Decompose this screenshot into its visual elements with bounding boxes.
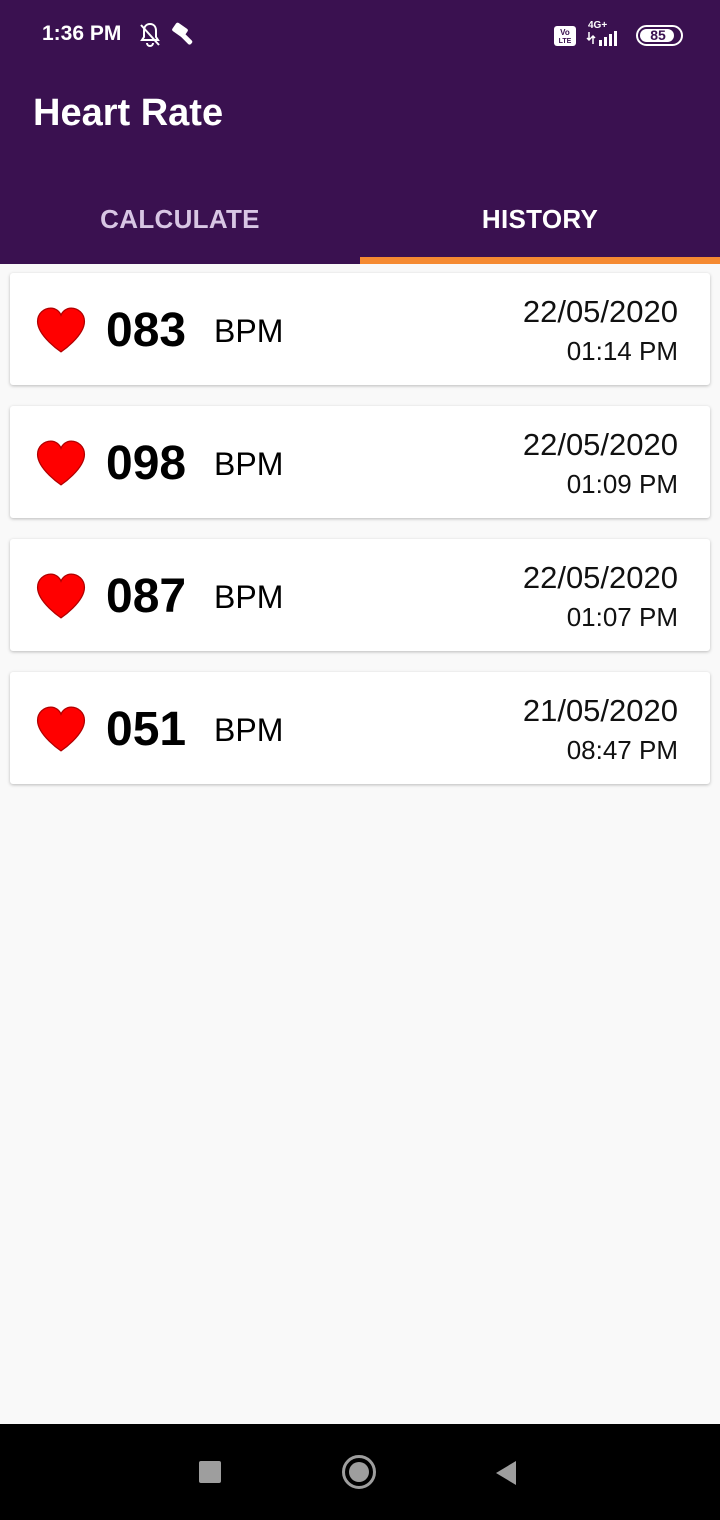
history-card[interactable]: 083 BPM 22/05/2020 01:14 PM bbox=[10, 273, 710, 385]
bpm-unit: BPM bbox=[214, 446, 284, 482]
tab-calculate-label: CALCULATE bbox=[100, 203, 260, 234]
tab-active-indicator bbox=[360, 257, 720, 264]
bpm-unit: BPM bbox=[214, 313, 284, 349]
heart-icon bbox=[36, 440, 86, 486]
hammer-icon bbox=[172, 22, 193, 45]
page-title: Heart Rate bbox=[33, 92, 224, 134]
tab-history-label: HISTORY bbox=[481, 203, 599, 234]
heart-icon bbox=[36, 573, 86, 619]
record-time: 01:09 PM bbox=[566, 469, 678, 499]
signal-icon bbox=[586, 31, 617, 46]
record-date: 22/05/2020 bbox=[522, 427, 678, 462]
svg-text:Vo: Vo bbox=[560, 28, 570, 37]
back-triangle-icon[interactable] bbox=[494, 1460, 518, 1486]
heart-icon bbox=[36, 706, 86, 752]
volte-icon: Vo LTE bbox=[554, 26, 576, 46]
system-nav-bar bbox=[0, 1424, 720, 1520]
record-time: 01:07 PM bbox=[566, 602, 678, 632]
history-list: 083 BPM 22/05/2020 01:14 PM 098 BPM 22/0… bbox=[10, 273, 710, 805]
recents-square-icon[interactable] bbox=[199, 1461, 221, 1483]
bpm-value: 098 bbox=[106, 437, 187, 490]
battery-level: 85 bbox=[650, 27, 666, 43]
status-bar: 1:36 PM Vo LTE 4G+ 85 bbox=[0, 0, 720, 70]
mute-bell-icon bbox=[140, 22, 160, 47]
heart-icon bbox=[36, 307, 86, 353]
record-time: 08:47 PM bbox=[566, 735, 678, 765]
bpm-unit: BPM bbox=[214, 712, 284, 748]
status-time: 1:36 PM bbox=[42, 22, 122, 45]
record-time: 01:14 PM bbox=[566, 336, 678, 366]
history-card[interactable]: 051 BPM 21/05/2020 08:47 PM bbox=[10, 672, 710, 784]
record-date: 22/05/2020 bbox=[522, 560, 678, 595]
tab-bar: CALCULATE HISTORY bbox=[0, 174, 720, 264]
history-card[interactable]: 098 BPM 22/05/2020 01:09 PM bbox=[10, 406, 710, 518]
bpm-value: 051 bbox=[106, 703, 187, 756]
tab-calculate[interactable]: CALCULATE bbox=[0, 174, 360, 264]
home-circle-icon[interactable] bbox=[342, 1455, 376, 1489]
bpm-value: 083 bbox=[106, 304, 187, 357]
svg-text:LTE: LTE bbox=[559, 38, 572, 45]
bpm-value: 087 bbox=[106, 570, 187, 623]
record-date: 21/05/2020 bbox=[522, 693, 678, 728]
record-date: 22/05/2020 bbox=[522, 294, 678, 329]
bpm-unit: BPM bbox=[214, 579, 284, 615]
battery-icon: 85 bbox=[636, 25, 683, 46]
app-bar: Heart Rate bbox=[0, 70, 720, 174]
history-card[interactable]: 087 BPM 22/05/2020 01:07 PM bbox=[10, 539, 710, 651]
tab-history[interactable]: HISTORY bbox=[360, 174, 720, 264]
